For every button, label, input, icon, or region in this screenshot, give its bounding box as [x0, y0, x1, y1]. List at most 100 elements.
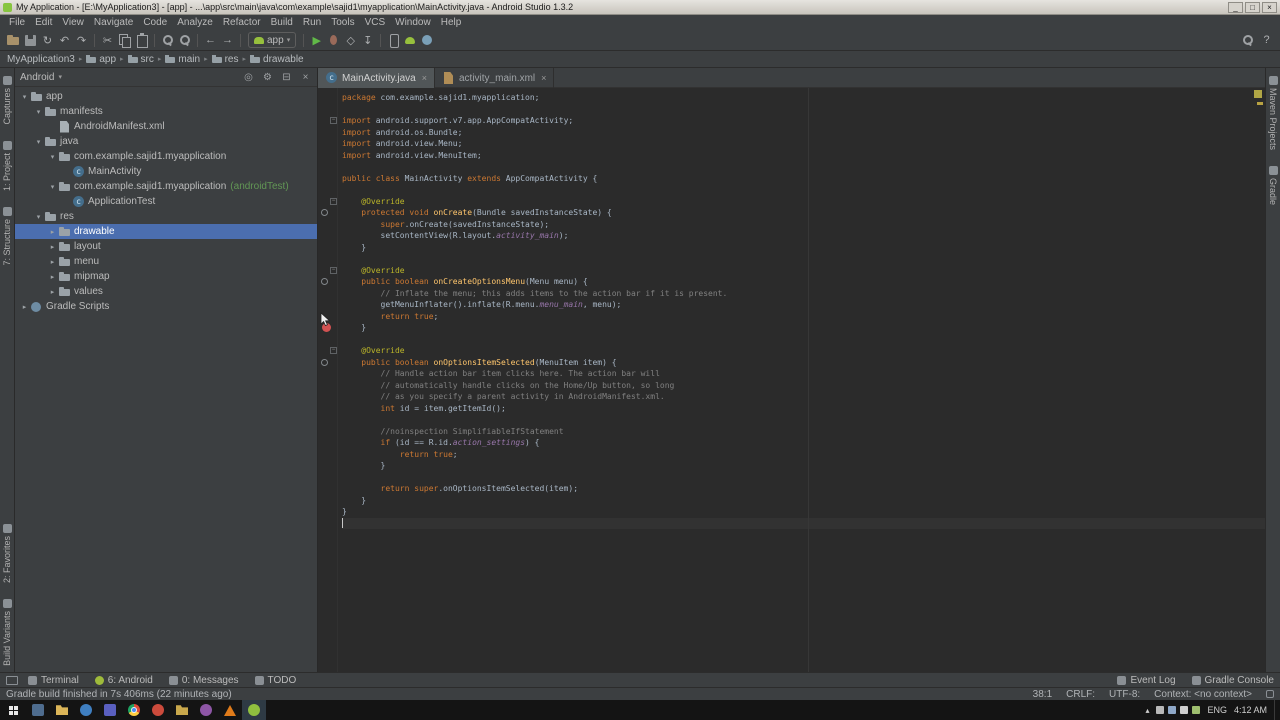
code-line[interactable]: } — [342, 460, 1265, 472]
code-line[interactable]: @Override — [342, 345, 1265, 357]
tree-expanded-arrow-icon[interactable]: ▾ — [47, 153, 58, 161]
editor-tab-activity-main-xml[interactable]: activity_main.xml × — [435, 68, 555, 88]
menu-item-code[interactable]: Code — [138, 15, 172, 30]
breadcrumb-item-res[interactable]: res — [211, 54, 239, 65]
minimize-button[interactable]: _ — [1228, 1, 1243, 13]
code-line[interactable]: return true; — [342, 311, 1265, 323]
sync-icon[interactable]: ↻ — [39, 32, 56, 49]
fold-marker-icon[interactable]: − — [330, 117, 337, 124]
taskbar-folder-2-taskbar-button[interactable] — [170, 700, 194, 720]
tool-stripe-button-captures[interactable]: Captures — [2, 76, 12, 125]
tree-expanded-arrow-icon[interactable]: ▾ — [19, 93, 30, 101]
tab-close-icon[interactable]: × — [422, 73, 427, 83]
hide-panel-icon[interactable]: × — [299, 72, 312, 83]
menu-item-vcs[interactable]: VCS — [360, 15, 391, 30]
redo-icon[interactable]: ↷ — [73, 32, 90, 49]
photo-viewer-taskbar-button[interactable] — [194, 700, 218, 720]
run-icon[interactable]: ▶ — [308, 32, 325, 49]
breadcrumb-item-drawable[interactable]: drawable — [250, 54, 304, 65]
tool-stripe-button-2-favorites[interactable]: 2: Favorites — [2, 524, 12, 583]
lock-icon[interactable] — [1266, 690, 1274, 698]
breadcrumb-item-myapplication3[interactable]: MyApplication3 — [7, 54, 75, 65]
tool-stripe-button-7-structure[interactable]: 7: Structure — [2, 206, 12, 265]
tree-expanded-arrow-icon[interactable]: ▾ — [33, 138, 44, 146]
tool-window-button-6-android[interactable]: 6: Android — [94, 675, 153, 686]
show-desktop-button[interactable] — [1274, 700, 1278, 720]
maximize-button[interactable]: □ — [1245, 1, 1260, 13]
tool-window-button-gradle-console[interactable]: Gradle Console — [1191, 675, 1274, 686]
code-line[interactable]: return super.onOptionsItemSelected(item)… — [342, 483, 1265, 495]
code-line[interactable] — [342, 517, 1265, 529]
code-line[interactable]: super.onCreate(savedInstanceState); — [342, 219, 1265, 231]
tree-item-com-example-sajid1-myapplication[interactable]: ▾ com.example.sajid1.myapplication — [15, 149, 317, 164]
tree-collapsed-arrow-icon[interactable]: ▸ — [47, 228, 58, 236]
tree-collapsed-arrow-icon[interactable]: ▸ — [47, 243, 58, 251]
open-icon[interactable] — [5, 32, 22, 49]
close-button[interactable]: × — [1262, 1, 1277, 13]
menu-item-analyze[interactable]: Analyze — [172, 15, 218, 30]
tree-item-app[interactable]: ▾ app — [15, 89, 317, 104]
scroll-from-source-icon[interactable]: ◎ — [242, 72, 255, 83]
line-separator-indicator[interactable]: CRLF: — [1066, 689, 1095, 700]
inspection-indicator[interactable] — [1254, 90, 1262, 98]
tree-item-layout[interactable]: ▸ layout — [15, 239, 317, 254]
tray-icon-4[interactable] — [1192, 706, 1201, 714]
avd-manager-icon[interactable] — [385, 32, 402, 49]
tree-item-values[interactable]: ▸ values — [15, 284, 317, 299]
menu-item-run[interactable]: Run — [298, 15, 326, 30]
code-line[interactable]: } — [342, 495, 1265, 507]
search-everywhere-icon[interactable] — [1239, 32, 1256, 49]
tool-window-button-event-log[interactable]: Event Log — [1117, 675, 1176, 686]
caret-position[interactable]: 38:1 — [1033, 689, 1052, 700]
code-line[interactable]: @Override — [342, 196, 1265, 208]
tree-collapsed-arrow-icon[interactable]: ▸ — [19, 303, 30, 311]
gradle-sync-icon[interactable] — [419, 32, 436, 49]
code-area[interactable]: package com.example.sajid1.myapplication… — [339, 88, 1265, 672]
menu-item-view[interactable]: View — [57, 15, 89, 30]
menu-item-refactor[interactable]: Refactor — [218, 15, 266, 30]
code-line[interactable]: import android.os.Bundle; — [342, 127, 1265, 139]
tool-stripe-button-gradle[interactable]: Gradle — [1268, 166, 1278, 205]
code-line[interactable] — [342, 334, 1265, 346]
tray-icon-2[interactable] — [1168, 706, 1177, 714]
menu-item-build[interactable]: Build — [266, 15, 298, 30]
tree-item-com-example-sajid1-myapplication[interactable]: ▾ com.example.sajid1.myapplication (androi… — [15, 179, 317, 194]
tree-item-gradle-scripts[interactable]: ▸ Gradle Scripts — [15, 299, 317, 314]
code-line[interactable]: public boolean onOptionsItemSelected(Men… — [342, 357, 1265, 369]
copy-icon[interactable] — [116, 32, 133, 49]
tree-collapsed-arrow-icon[interactable]: ▸ — [47, 288, 58, 296]
code-line[interactable]: if (id == R.id.action_settings) { — [342, 437, 1265, 449]
menu-item-help[interactable]: Help — [436, 15, 467, 30]
code-line[interactable]: import android.view.MenuItem; — [342, 150, 1265, 162]
tool-window-button-terminal[interactable]: Terminal — [28, 675, 79, 686]
code-line[interactable]: } — [342, 506, 1265, 518]
tool-stripe-button-maven-projects[interactable]: Maven Projects — [1268, 76, 1278, 150]
android-studio-taskbar-button[interactable] — [242, 700, 266, 720]
code-line[interactable]: } — [342, 242, 1265, 254]
forward-icon[interactable]: → — [219, 32, 236, 49]
code-line[interactable]: // Inflate the menu; this adds items to … — [342, 288, 1265, 300]
run-coverage-icon[interactable]: ◇ — [342, 32, 359, 49]
code-line[interactable]: // Handle action bar item clicks here. T… — [342, 368, 1265, 380]
menu-item-navigate[interactable]: Navigate — [89, 15, 138, 30]
breadcrumb-item-app[interactable]: app — [86, 54, 116, 65]
find-icon[interactable] — [159, 32, 176, 49]
taskbar-app-1-taskbar-button[interactable] — [26, 700, 50, 720]
code-line[interactable]: protected void onCreate(Bundle savedInst… — [342, 207, 1265, 219]
tool-stripe-button-1-project[interactable]: 1: Project — [2, 140, 12, 191]
save-all-icon[interactable] — [22, 32, 39, 49]
replace-icon[interactable] — [176, 32, 193, 49]
file-explorer-taskbar-button[interactable] — [50, 700, 74, 720]
override-method-icon[interactable] — [321, 358, 328, 366]
tool-window-button-todo[interactable]: TODO — [254, 675, 296, 686]
code-line[interactable] — [342, 184, 1265, 196]
start-button[interactable] — [0, 700, 26, 720]
code-line[interactable] — [342, 161, 1265, 173]
cut-icon[interactable]: ✂ — [99, 32, 116, 49]
settings-gear-icon[interactable]: ⚙ — [261, 72, 274, 83]
attach-debugger-icon[interactable]: ↧ — [359, 32, 376, 49]
tree-item-java[interactable]: ▾ java — [15, 134, 317, 149]
code-line[interactable]: getMenuInflater().inflate(R.menu.menu_ma… — [342, 299, 1265, 311]
code-line[interactable]: @Override — [342, 265, 1265, 277]
tree-item-manifests[interactable]: ▾ manifests — [15, 104, 317, 119]
